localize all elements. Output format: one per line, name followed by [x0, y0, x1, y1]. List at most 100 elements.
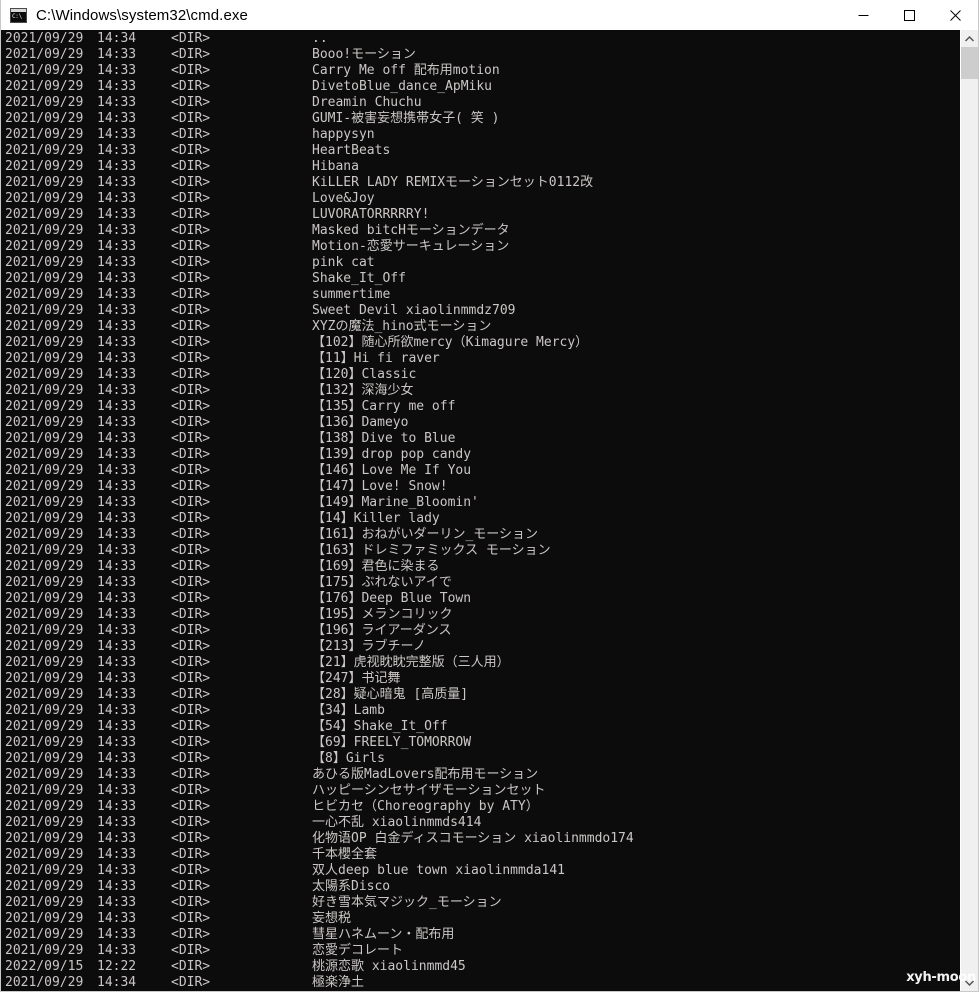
row-type: <DIR>	[171, 399, 211, 414]
row-date: 2021/09/29	[5, 943, 84, 958]
row-name: ヒビカセ（Choreography by ATY）	[312, 799, 539, 814]
row-date: 2021/09/29	[5, 895, 84, 910]
row-type: <DIR>	[171, 479, 211, 494]
table-row: 2021/09/29 14:33 <DIR> KiLLER LADY REMIXモーシ…	[5, 175, 960, 191]
row-time: 14:33	[97, 367, 137, 382]
row-time: 14:33	[97, 543, 137, 558]
row-name: Shake_It_Off	[312, 271, 406, 286]
console-output[interactable]: 2021/09/29 14:34 <DIR>.. 2021/09/29 14:33 <DI…	[1, 30, 960, 991]
table-row: 2021/09/29 14:33 <DIR> Motion-恋愛サーキュレーション	[5, 239, 960, 255]
row-time: 14:33	[97, 415, 137, 430]
row-type: <DIR>	[171, 719, 211, 734]
row-name: GUMI-被害妄想携帯女子( 笑 )	[312, 111, 500, 126]
table-row: 2021/09/29 14:33 <DIR> 【176】Deep Blue Town	[5, 591, 960, 607]
table-row: 2021/09/29 14:33 <DIR> 【149】Marine_Bloomin'	[5, 495, 960, 511]
vertical-scrollbar[interactable]	[960, 30, 978, 991]
row-date: 2021/09/29	[5, 431, 84, 446]
row-date: 2021/09/29	[5, 559, 84, 574]
row-type: <DIR>	[171, 159, 211, 174]
row-name: 化物语OP 白金ディスコモーション xiaolinmmdo174	[312, 831, 634, 846]
row-type: <DIR>	[171, 111, 211, 126]
row-time: 14:33	[97, 127, 137, 142]
table-row: 2021/09/29 14:33 <DIR> ハッピーシンセサイザモーションセット	[5, 783, 960, 799]
row-type: <DIR>	[171, 335, 211, 350]
row-name: 【34】Lamb	[312, 703, 385, 718]
row-name: 一心不乱 xiaolinmmds414	[312, 815, 482, 830]
row-date: 2021/09/29	[5, 143, 84, 158]
row-date: 2021/09/29	[5, 31, 84, 46]
directory-listing: 2021/09/29 14:34 <DIR>.. 2021/09/29 14:33 <DI…	[5, 31, 960, 991]
scrollbar-thumb[interactable]	[961, 47, 978, 79]
row-time: 14:33	[97, 335, 137, 350]
row-name: 【102】随心所欲mercy（Kimagure Mercy）	[312, 335, 589, 350]
scroll-up-icon[interactable]	[961, 30, 978, 47]
table-row: 2021/09/29 14:33 <DIR> 【139】drop pop candy	[5, 447, 960, 463]
table-row: 2021/09/29 14:33 <DIR> 化物语OP 白金ディスコモーション xi…	[5, 831, 960, 847]
row-time: 14:33	[97, 671, 137, 686]
scrollbar-track[interactable]	[961, 47, 978, 974]
row-date: 2021/09/29	[5, 303, 84, 318]
row-time: 14:33	[97, 223, 137, 238]
table-row: 2021/09/29 14:33 <DIR> 【14】Killer lady	[5, 511, 960, 527]
row-date: 2021/09/29	[5, 111, 84, 126]
row-date: 2021/09/29	[5, 239, 84, 254]
table-row: 2021/09/29 14:33 <DIR> 【196】ライアーダンス	[5, 623, 960, 639]
row-type: <DIR>	[171, 207, 211, 222]
row-date: 2021/09/29	[5, 671, 84, 686]
row-date: 2021/09/29	[5, 367, 84, 382]
row-type: <DIR>	[171, 143, 211, 158]
table-row: 2021/09/29 14:33 <DIR> 【147】Love! Snow!	[5, 479, 960, 495]
table-row: 2021/09/29 14:33 <DIR> 【146】Love Me If You	[5, 463, 960, 479]
row-type: <DIR>	[171, 735, 211, 750]
row-type: <DIR>	[171, 255, 211, 270]
minimize-button[interactable]	[840, 0, 886, 30]
row-time: 14:33	[97, 943, 137, 958]
row-date: 2021/09/29	[5, 191, 84, 206]
row-date: 2021/09/29	[5, 735, 84, 750]
row-name: 【138】Dive to Blue	[312, 431, 456, 446]
row-time: 14:33	[97, 207, 137, 222]
row-date: 2021/09/29	[5, 351, 84, 366]
row-date: 2021/09/29	[5, 543, 84, 558]
row-date: 2021/09/29	[5, 575, 84, 590]
maximize-button[interactable]	[886, 0, 932, 30]
row-type: <DIR>	[171, 927, 211, 942]
row-type: <DIR>	[171, 319, 211, 334]
table-row: 2021/09/29 14:33 <DIR> 【132】深海少女	[5, 383, 960, 399]
row-time: 14:33	[97, 79, 137, 94]
close-button[interactable]	[932, 0, 978, 30]
row-date: 2021/09/29	[5, 127, 84, 142]
table-row: 2021/09/29 14:33 <DIR> 太陽系Disco	[5, 879, 960, 895]
scroll-down-icon[interactable]	[961, 974, 978, 991]
row-name: 桃源恋歌 xiaolinmmd45	[312, 959, 466, 974]
table-row: 2021/09/29 14:33 <DIR> GUMI-被害妄想携帯女子( 笑 )	[5, 111, 960, 127]
row-name: Masked bitcHモーションデータ	[312, 223, 510, 238]
row-time: 14:33	[97, 639, 137, 654]
row-name: 太陽系Disco	[312, 879, 391, 894]
row-time: 14:33	[97, 463, 137, 478]
row-name: 【147】Love! Snow!	[312, 479, 448, 494]
row-date: 2021/09/29	[5, 767, 84, 782]
row-date: 2021/09/29	[5, 159, 84, 174]
row-type: <DIR>	[171, 95, 211, 110]
row-time: 14:33	[97, 751, 137, 766]
title-bar[interactable]: C:\ C:\Windows\system32\cmd.exe	[1, 0, 978, 31]
row-type: <DIR>	[171, 303, 211, 318]
row-name: ..	[312, 31, 328, 46]
table-row: 2021/09/29 14:33 <DIR> 【136】Dameyo	[5, 415, 960, 431]
table-row: 2021/09/29 14:33 <DIR> 【138】Dive to Blue	[5, 431, 960, 447]
row-name: 【69】FREELY_TOMORROW	[312, 735, 472, 750]
table-row: 2021/09/29 14:33 <DIR> pink cat	[5, 255, 960, 271]
row-type: <DIR>	[171, 463, 211, 478]
row-date: 2021/09/29	[5, 207, 84, 222]
window-controls	[840, 0, 978, 30]
row-date: 2021/09/29	[5, 495, 84, 510]
table-row: 2021/09/29 14:33 <DIR> Sweet Devil xiaolinm…	[5, 303, 960, 319]
row-time: 14:33	[97, 575, 137, 590]
row-type: <DIR>	[171, 127, 211, 142]
row-time: 14:33	[97, 95, 137, 110]
table-row: 2021/09/29 14:33 <DIR> Dreamin Chuchu	[5, 95, 960, 111]
row-type: <DIR>	[171, 351, 211, 366]
row-name: 【136】Dameyo	[312, 415, 409, 430]
row-name: ハッピーシンセサイザモーションセット	[312, 783, 546, 798]
